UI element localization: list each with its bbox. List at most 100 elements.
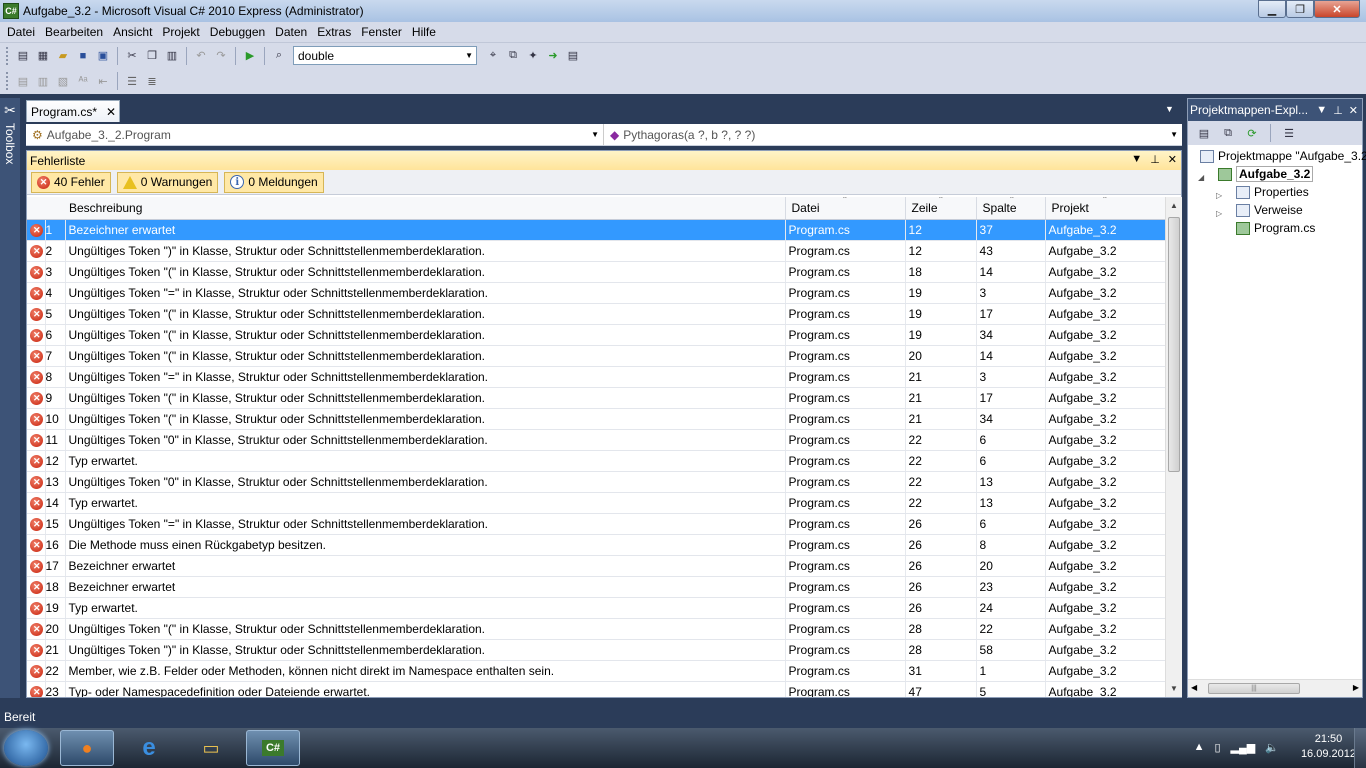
error-list-icon[interactable]: ▤ <box>564 47 582 65</box>
tree-properties[interactable]: Properties <box>1236 183 1309 201</box>
paste-icon[interactable]: ▥ <box>163 47 181 65</box>
menu-hilfe[interactable]: Hilfe <box>407 25 441 39</box>
parameter-info-icon[interactable]: ▥ <box>34 72 52 90</box>
find-in-files-icon[interactable]: ⌕ <box>270 47 288 65</box>
tree-verweise[interactable]: Verweise <box>1236 201 1303 219</box>
tab-program-cs[interactable]: Program.cs* ✕ <box>26 100 120 122</box>
show-all-files-icon[interactable]: ⧉ <box>1219 124 1237 142</box>
close-button[interactable]: ✕ <box>1314 0 1360 18</box>
table-row[interactable]: ✕ 4 Ungültiges Token "=" in Klasse, Strukt… <box>27 282 1165 304</box>
show-desktop-button[interactable] <box>1354 728 1366 768</box>
menu-ansicht[interactable]: Ansicht <box>108 25 157 39</box>
table-row[interactable]: ✕ 16 Die Methode muss einen Rückgabetyp be… <box>27 534 1165 556</box>
col-header-projekt[interactable]: Projekt ⌃ <box>1045 197 1165 220</box>
redo-icon[interactable]: ↷ <box>212 47 230 65</box>
comment-icon[interactable]: ☰ <box>123 72 141 90</box>
undo-icon[interactable]: ↶ <box>192 47 210 65</box>
solution-explorer-icon[interactable]: ⧉ <box>504 47 522 65</box>
scroll-left-icon[interactable]: ◀ <box>1191 683 1197 692</box>
scroll-thumb[interactable] <box>1168 217 1180 472</box>
table-row[interactable]: ✕ 11 Ungültiges Token "0" in Klasse, Struk… <box>27 429 1165 451</box>
cut-icon[interactable]: ✂ <box>123 47 141 65</box>
table-row[interactable]: ✕ 7 Ungültiges Token "(" in Klasse, Strukt… <box>27 345 1165 367</box>
table-row[interactable]: ✕ 2 Ungültiges Token ")" in Klasse, Strukt… <box>27 240 1165 262</box>
col-header-datei[interactable]: Datei ⌃ <box>785 197 906 220</box>
table-row[interactable]: ✕ 22 Member, wie z.B. Felder oder Methoden… <box>27 660 1165 682</box>
window-position-icon[interactable]: ▼ <box>1316 104 1327 117</box>
close-icon[interactable]: ✕ <box>1349 104 1358 117</box>
find-icon[interactable]: ⌖ <box>484 47 502 65</box>
pin-icon[interactable]: ⊥ <box>1150 153 1160 166</box>
scroll-up-icon[interactable]: ▲ <box>1166 197 1182 214</box>
maximize-button[interactable]: ❐ <box>1286 0 1314 18</box>
add-item-icon[interactable]: ▦ <box>34 47 52 65</box>
network-icon[interactable]: ▂▄▆ <box>1231 741 1256 754</box>
show-hidden-icons-icon[interactable]: ▲ <box>1194 741 1205 753</box>
start-button[interactable] <box>4 730 48 766</box>
table-row[interactable]: ✕ 14 Typ erwartet. Program.cs 22 13 Aufgabe_3.… <box>27 492 1165 514</box>
clock[interactable]: 21:50 16.09.2012 <box>1301 732 1356 762</box>
save-all-icon[interactable]: ▣ <box>94 47 112 65</box>
vertical-scrollbar[interactable]: ▲ ▼ <box>1165 197 1182 697</box>
messages-filter-button[interactable]: i 0 Meldungen <box>224 171 324 193</box>
table-row[interactable]: ✕ 13 Ungültiges Token "0" in Klasse, Struk… <box>27 471 1165 493</box>
tree-project[interactable]: Aufgabe_3.2 <box>1218 165 1314 183</box>
properties-icon[interactable]: ▤ <box>1195 124 1213 142</box>
outdent-icon[interactable]: ⇤ <box>94 72 112 90</box>
close-icon[interactable]: ✕ <box>1168 153 1177 166</box>
menu-debuggen[interactable]: Debuggen <box>205 25 270 39</box>
find-combo[interactable]: double ▼ <box>293 46 477 65</box>
table-row[interactable]: ✕ 17 Bezeichner erwartet Program.cs 26 20 Aufg… <box>27 555 1165 577</box>
toolbox-icon[interactable]: ➜ <box>544 47 562 65</box>
uncomment-icon[interactable]: ≣ <box>143 72 161 90</box>
internet-explorer-taskbar-icon[interactable]: e <box>122 730 176 766</box>
start-debug-icon[interactable]: ▶ <box>241 47 259 65</box>
horizontal-scrollbar[interactable]: ◀ ||| ▶ <box>1188 679 1362 697</box>
refresh-icon[interactable]: ⟳ <box>1243 124 1261 142</box>
open-file-icon[interactable]: ▰ <box>54 47 72 65</box>
menu-extras[interactable]: Extras <box>312 25 356 39</box>
table-row[interactable]: ✕ 1 Bezeichner erwartet Program.cs 12 37 Aufga… <box>27 219 1165 241</box>
toolbar-grip[interactable] <box>6 72 9 90</box>
col-header-beschreibung[interactable]: Beschreibung⌃ <box>27 197 814 220</box>
explorer-taskbar-icon[interactable]: ▭ <box>184 730 238 766</box>
menu-bearbeiten[interactable]: Bearbeiten <box>40 25 108 39</box>
collapse-icon[interactable]: ▷ <box>1216 191 1222 200</box>
warnings-filter-button[interactable]: 0 Warnungen <box>116 171 219 193</box>
table-row[interactable]: ✕ 21 Ungültiges Token ")" in Klasse, Struk… <box>27 639 1165 661</box>
tab-dropdown-icon[interactable]: ▼ <box>1165 104 1174 114</box>
menu-datei[interactable]: Datei <box>2 25 40 39</box>
table-row[interactable]: ✕ 9 Ungültiges Token "(" in Klasse, Strukt… <box>27 387 1165 409</box>
col-header-spalte[interactable]: Spalte ⌃ <box>976 197 1046 220</box>
pin-icon[interactable]: ⊥ <box>1333 104 1343 117</box>
visual-csharp-taskbar-icon[interactable]: C# <box>246 730 300 766</box>
menu-fenster[interactable]: Fenster <box>356 25 407 39</box>
table-row[interactable]: ✕ 8 Ungültiges Token "=" in Klasse, Strukt… <box>27 366 1165 388</box>
scroll-down-icon[interactable]: ▼ <box>1166 680 1182 697</box>
copy-icon[interactable]: ❐ <box>143 47 161 65</box>
battery-icon[interactable]: ▯ <box>1214 741 1220 754</box>
word-complete-icon[interactable]: ᴬᵃ <box>74 72 92 90</box>
view-code-icon[interactable]: ☰ <box>1280 124 1298 142</box>
errors-filter-button[interactable]: ✕ 40 Fehler <box>31 171 111 193</box>
tree-solution[interactable]: Projektmappe "Aufgabe_3.2" <box>1200 147 1366 165</box>
table-row[interactable]: ✕ 10 Ungültiges Token "(" in Klasse, Struk… <box>27 408 1165 430</box>
properties-icon[interactable]: ✦ <box>524 47 542 65</box>
tree-program-cs[interactable]: Program.cs <box>1236 219 1315 237</box>
minimize-button[interactable]: ▁ <box>1258 0 1286 18</box>
table-row[interactable]: ✕ 20 Ungültiges Token "(" in Klasse, Struk… <box>27 618 1165 640</box>
menu-daten[interactable]: Daten <box>270 25 312 39</box>
expand-icon[interactable]: ◢ <box>1198 173 1204 182</box>
scroll-right-icon[interactable]: ▶ <box>1353 683 1359 692</box>
scroll-thumb[interactable]: ||| <box>1208 683 1300 694</box>
firefox-taskbar-icon[interactable]: ● <box>60 730 114 766</box>
col-header-zeile[interactable]: Zeile ⌃ <box>905 197 977 220</box>
toolbar-grip[interactable] <box>6 46 9 65</box>
table-row[interactable]: ✕ 12 Typ erwartet. Program.cs 22 6 Aufgabe_3.2 <box>27 450 1165 472</box>
quick-info-icon[interactable]: ▧ <box>54 72 72 90</box>
table-row[interactable]: ✕ 19 Typ erwartet. Program.cs 26 24 Aufgabe_3.… <box>27 597 1165 619</box>
type-combo[interactable]: ⚙ Aufgabe_3._2.Program ▼ <box>26 124 604 145</box>
close-icon[interactable]: ✕ <box>106 105 116 119</box>
table-row[interactable]: ✕ 3 Ungültiges Token "(" in Klasse, Strukt… <box>27 261 1165 283</box>
toolbox-strip[interactable]: ✂ Toolbox <box>0 98 20 698</box>
